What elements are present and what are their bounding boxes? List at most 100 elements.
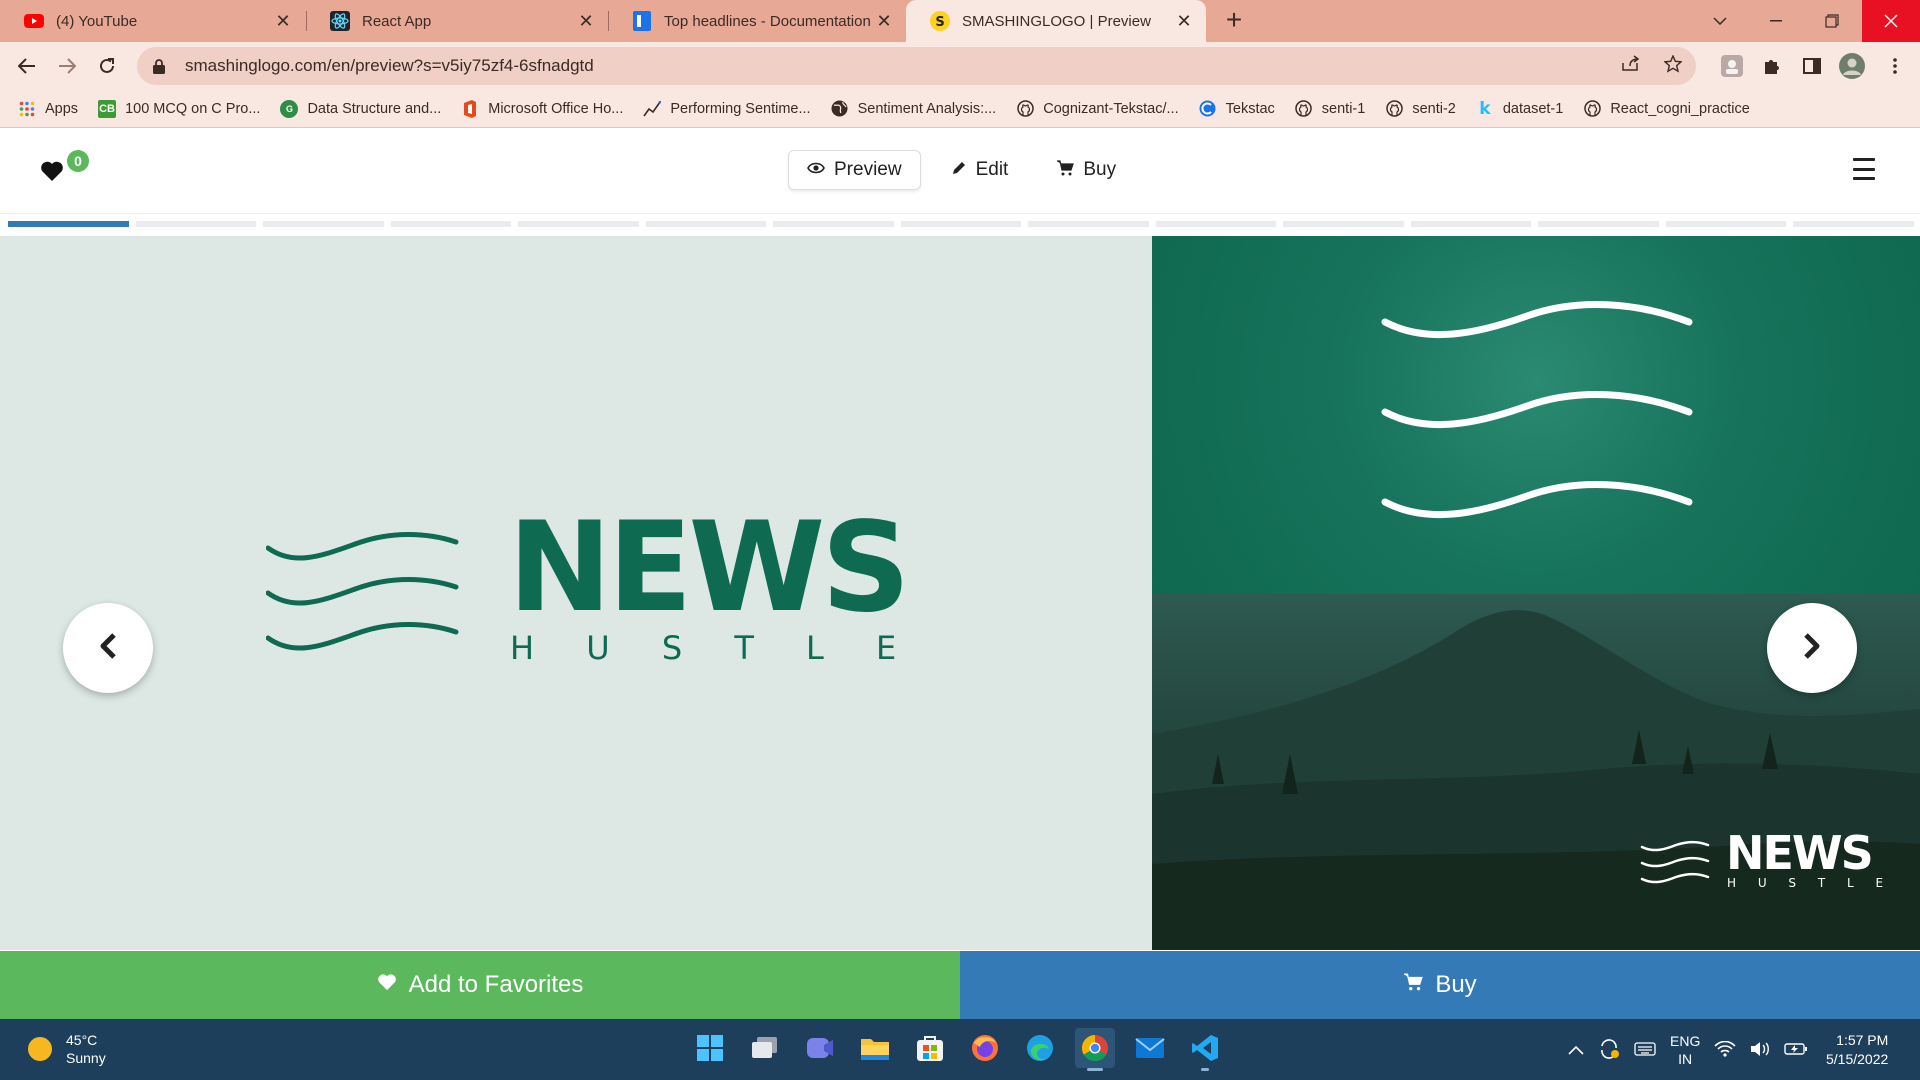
preview-button[interactable]: Preview [788,150,921,190]
progress-segment [1410,221,1532,227]
volume-icon[interactable] [1750,1041,1770,1060]
microsoft-store-icon[interactable] [910,1028,950,1068]
lock-icon[interactable] [153,58,171,74]
show-hidden-icons-chevron-icon[interactable] [1568,1042,1584,1058]
mail-icon[interactable] [1130,1028,1170,1068]
bookmark-senti-2[interactable]: senti-2 [1385,100,1456,118]
next-slide-button[interactable] [1767,603,1857,693]
profile-extension-icon[interactable] [1717,51,1747,81]
github-icon [1583,100,1601,118]
tab-top-headlines[interactable]: Top headlines - Documentation - ✕ [608,0,906,42]
bookmark-label: Performing Sentime... [670,100,811,117]
progress-segment [1028,221,1149,227]
tekstac-icon [1199,100,1217,118]
slide-progress-bar [8,221,1914,227]
bookmark-senti-1[interactable]: senti-1 [1295,100,1366,118]
restore-button[interactable] [1804,0,1860,42]
close-tab-icon[interactable]: ✕ [576,11,596,32]
tab-title: SMASHINGLOGO | Preview [962,12,1151,30]
sync-icon[interactable] [1598,1038,1620,1062]
bookmark-dataset-1[interactable]: k dataset-1 [1476,99,1563,119]
progress-segment [1283,221,1404,227]
back-icon[interactable] [11,50,43,82]
reload-icon[interactable] [91,50,123,82]
browser-menu-icon[interactable] [1880,51,1910,81]
extensions-puzzle-icon[interactable] [1757,51,1787,81]
bookmark-performing-sentiment[interactable]: Performing Sentime... [643,100,811,118]
url-text[interactable]: smashinglogo.com/en/preview?s=v5iy75zf4-… [185,56,594,76]
progress-segment [1665,221,1787,227]
wifi-icon[interactable] [1714,1040,1736,1060]
open-app-indicator [1201,1068,1209,1071]
progress-segment [8,221,129,227]
progress-segment [773,221,894,227]
logo-preview-icon-dark [1152,236,1920,594]
bookmark-label: Microsoft Office Ho... [488,100,624,117]
windows-start-icon[interactable] [690,1028,730,1068]
bookmark-label: Sentiment Analysis:... [857,100,997,117]
file-explorer-icon[interactable] [855,1028,895,1068]
close-tab-icon[interactable]: ✕ [874,11,894,32]
task-view-icon[interactable] [745,1028,785,1068]
tab-smashinglogo[interactable]: S SMASHINGLOGO | Preview ✕ [906,0,1206,42]
vscode-icon[interactable] [1185,1028,1225,1071]
forward-icon[interactable] [51,50,83,82]
close-window-button[interactable] [1862,0,1920,42]
site-header: 0 Preview Edit Buy [0,128,1920,214]
bookmark-office[interactable]: Microsoft Office Ho... [461,99,624,118]
weather-temperature: 45°C [66,1032,98,1048]
keyboard-icon[interactable] [1634,1041,1656,1059]
tab-title: React App [362,12,432,30]
previous-slide-button[interactable] [63,603,153,693]
user-avatar[interactable] [1837,51,1867,81]
close-tab-icon[interactable]: ✕ [1174,11,1194,32]
logo-tagline: H U S T L E [510,629,915,667]
bookmark-apps[interactable]: Apps [18,100,78,118]
chrome-icon[interactable] [1075,1028,1115,1071]
new-tab-button[interactable]: + [1218,6,1250,36]
bookmark-data-structure[interactable]: G Data Structure and... [280,99,441,118]
firefox-icon[interactable] [965,1028,1005,1068]
bookmark-star-icon[interactable] [1663,54,1683,78]
close-tab-icon[interactable]: ✕ [273,11,293,32]
bookmark-label: 100 MCQ on C Pro... [125,100,261,117]
add-to-favorites-label: Add to Favorites [408,971,584,998]
input-language-indicator[interactable]: ENG IN [1670,1032,1700,1068]
edge-icon[interactable] [1020,1028,1060,1068]
add-to-favorites-button[interactable]: Add to Favorites [0,951,960,1019]
chevron-left-icon [99,632,117,665]
buy-nav-button[interactable]: Buy [1038,150,1134,190]
gfg-icon: G [280,99,299,118]
weather-description: Sunny [66,1050,106,1066]
hamburger-menu-icon[interactable] [1853,158,1875,180]
teams-chat-icon[interactable] [800,1028,840,1068]
minimize-button[interactable] [1748,0,1804,42]
system-clock[interactable]: 1:57 PM 5/15/2022 [1826,1031,1888,1069]
bookmark-mcq[interactable]: CB 100 MCQ on C Pro... [98,99,261,118]
bookmark-sentiment-analysis[interactable]: Sentiment Analysis:... [831,100,997,118]
chevron-right-icon [1803,632,1821,665]
address-bar[interactable]: smashinglogo.com/en/preview?s=v5iy75zf4-… [137,47,1696,85]
windows-taskbar: 45°C Sunny ENG IN 1:57 PM 5/15/2022 [0,1019,1920,1080]
buy-button[interactable]: Buy [960,951,1920,1019]
tab-search-chevron-icon[interactable] [1692,0,1748,42]
favorites-heart-icon[interactable] [40,158,64,189]
side-panel-icon[interactable] [1797,51,1827,81]
share-icon[interactable] [1622,55,1640,78]
bookmark-label: senti-1 [1321,100,1366,117]
bookmark-react-cogni-practice[interactable]: React_cogni_practice [1583,100,1750,118]
bookmark-cognizant-tekstac[interactable]: Cognizant-Tekstac/... [1016,100,1179,118]
tab-youtube[interactable]: (4) YouTube ✕ [0,0,305,42]
edit-button[interactable]: Edit [933,150,1027,190]
bookmark-label: React_cogni_practice [1610,100,1750,117]
bookmark-tekstac[interactable]: Tekstac [1199,100,1275,118]
weather-widget[interactable]: 45°C Sunny [28,1031,106,1067]
favorites-count-badge: 0 [67,150,89,172]
preview-label: Preview [834,159,902,180]
battery-charging-icon[interactable] [1784,1042,1808,1059]
tab-title: Top headlines - Documentation - [664,12,874,30]
progress-segment [518,221,639,227]
tab-react-app[interactable]: React App ✕ [306,0,608,42]
region-code: IN [1678,1051,1693,1067]
clock-time: 1:57 PM [1836,1032,1889,1048]
